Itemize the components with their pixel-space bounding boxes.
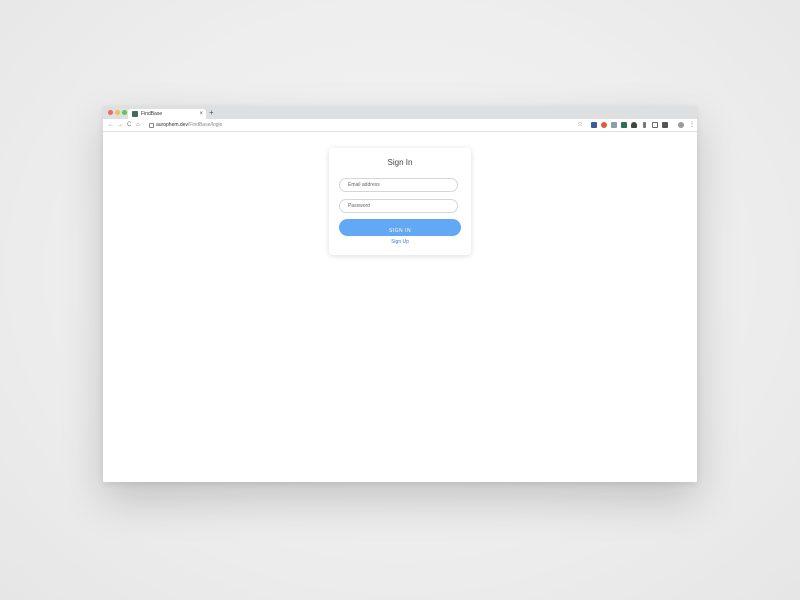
extension-icon-3[interactable]	[611, 122, 617, 128]
maximize-window-button[interactable]	[122, 110, 127, 115]
forward-button[interactable]: →	[117, 120, 123, 130]
browser-window: FindBase × + ← → C ⌂ aurophem.dev/FindBa…	[103, 106, 697, 482]
desktop-background: FindBase × + ← → C ⌂ aurophem.dev/FindBa…	[0, 0, 800, 600]
email-placeholder: Email address	[348, 182, 380, 188]
email-field[interactable]: Email address	[339, 178, 458, 192]
page-content: Sign In Email address Password SIGN IN S…	[103, 132, 697, 482]
tab-close-icon[interactable]: ×	[199, 110, 203, 118]
browser-menu-icon[interactable]: ⋮	[689, 120, 695, 130]
home-button[interactable]: ⌂	[136, 120, 140, 130]
back-button[interactable]: ←	[108, 120, 114, 130]
extension-icon-5[interactable]	[631, 122, 637, 128]
address-bar[interactable]: aurophem.dev/FindBase/login	[147, 121, 587, 129]
signup-link[interactable]: Sign Up	[329, 239, 471, 246]
reload-button[interactable]: C	[127, 120, 131, 130]
url-host: aurophem.dev	[156, 122, 188, 128]
browser-toolbar: ← → C ⌂ aurophem.dev/FindBase/login ☆ ⋮	[103, 119, 697, 132]
favicon-icon	[132, 111, 138, 117]
tab-title: FindBase	[141, 111, 163, 117]
lock-icon	[149, 123, 154, 128]
new-tab-button[interactable]: +	[209, 108, 214, 118]
bookmark-star-icon[interactable]: ☆	[577, 120, 583, 130]
password-field[interactable]: Password	[339, 199, 458, 213]
signin-button[interactable]: SIGN IN	[339, 219, 461, 236]
extension-icon-8[interactable]	[662, 122, 668, 128]
password-placeholder: Password	[348, 203, 370, 209]
url-text: aurophem.dev/FindBase/login	[156, 121, 222, 129]
signin-button-label: SIGN IN	[388, 228, 412, 234]
minimize-window-button[interactable]	[115, 110, 120, 115]
signin-card: Sign In Email address Password SIGN IN S…	[329, 148, 471, 255]
extension-icon-1[interactable]	[591, 122, 597, 128]
extension-icon-7[interactable]	[652, 122, 658, 128]
browser-tab[interactable]: FindBase ×	[128, 109, 206, 119]
close-window-button[interactable]	[108, 110, 113, 115]
url-path: /FindBase/login	[187, 122, 223, 128]
signin-title: Sign In	[387, 158, 413, 167]
extension-icon-6[interactable]	[643, 122, 646, 128]
extension-icon-4[interactable]	[621, 122, 627, 128]
tab-strip: FindBase × +	[103, 106, 697, 119]
extension-icon-2[interactable]	[601, 122, 607, 128]
profile-avatar[interactable]	[678, 122, 684, 128]
